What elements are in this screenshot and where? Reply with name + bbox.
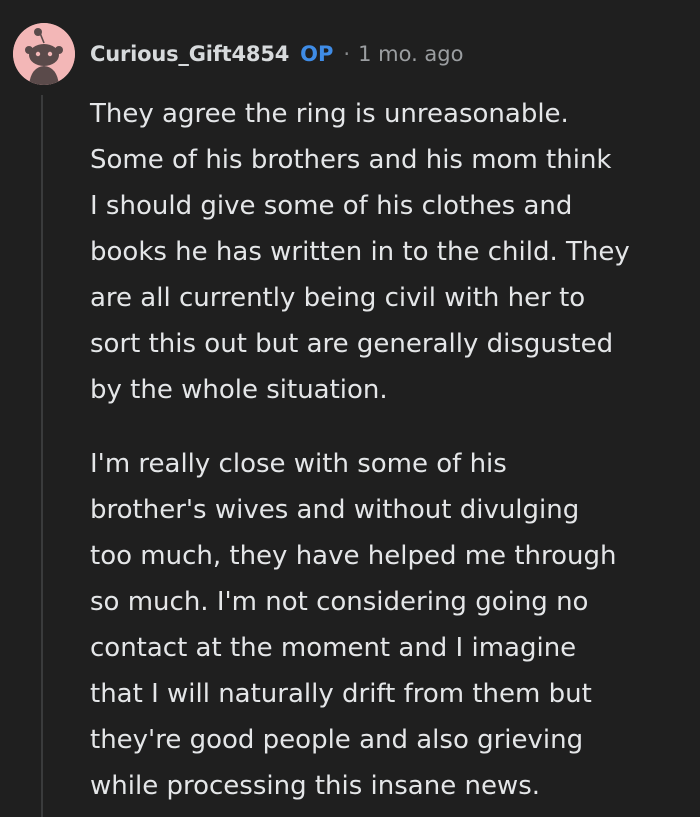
snoo-avatar-icon (13, 23, 75, 85)
text-line: They agree the ring is unreasonable. (90, 99, 569, 129)
comment-paragraph-2: I'm really close with some of his brothe… (90, 441, 690, 809)
text-line: are all currently being civil with her t… (90, 283, 586, 313)
text-line: too much, they have helped me through (90, 541, 617, 571)
text-line: I should give some of his clothes and (90, 191, 573, 221)
comment-body: They agree the ring is unreasonable. Som… (90, 91, 690, 809)
comment: Curious_Gift4854 OP · 1 mo. ago They agr… (0, 0, 700, 817)
username-link[interactable]: Curious_Gift4854 (90, 42, 289, 66)
meta-separator: · (343, 42, 351, 66)
text-line: Some of his brothers and his mom think (90, 145, 612, 175)
op-badge: OP (300, 42, 334, 66)
text-line: while processing this insane news. (90, 771, 541, 801)
text-line: by the whole situation. (90, 375, 388, 405)
text-line: so much. I'm not considering going no (90, 587, 589, 617)
thread-collapse-line[interactable] (41, 95, 43, 817)
text-line: books he has written in to the child. Th… (90, 237, 630, 267)
text-line: brother's wives and without divulging (90, 495, 580, 525)
text-line: they're good people and also grieving (90, 725, 584, 755)
text-line: that I will naturally drift from them bu… (90, 679, 592, 709)
text-line: I'm really close with some of his (90, 449, 507, 479)
comment-timestamp[interactable]: 1 mo. ago (358, 42, 463, 66)
comment-paragraph-1: They agree the ring is unreasonable. Som… (90, 91, 690, 413)
text-line: sort this out but are generally disguste… (90, 329, 614, 359)
text-line: contact at the moment and I imagine (90, 633, 577, 663)
avatar[interactable] (13, 23, 75, 85)
comment-header: Curious_Gift4854 OP · 1 mo. ago (90, 38, 463, 70)
